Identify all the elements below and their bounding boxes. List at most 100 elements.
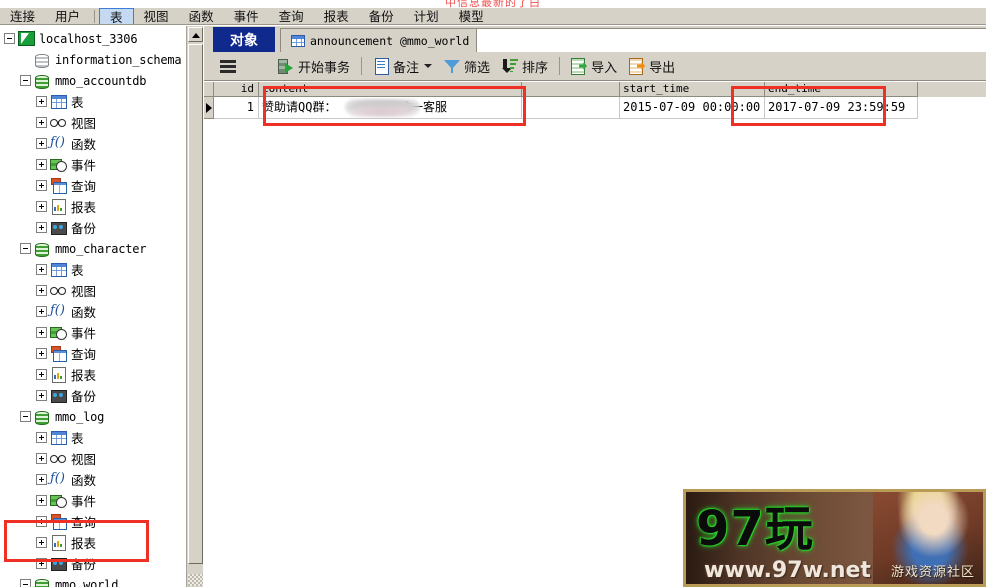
tab-object[interactable]: 对象	[213, 27, 275, 52]
tree-node-localhost_3306[interactable]: localhost_3306	[0, 28, 186, 49]
query-icon	[50, 178, 67, 194]
main-toolbar-label: 连接	[10, 9, 36, 24]
tree-node-label: 查询	[71, 179, 97, 194]
tree-node-函数[interactable]: 函数	[0, 301, 186, 322]
collapse-icon[interactable]	[4, 33, 15, 44]
expand-icon[interactable]	[36, 537, 47, 548]
grid-toolbar-begin-transaction[interactable]: 开始事务	[272, 54, 356, 78]
expand-icon[interactable]	[36, 453, 47, 464]
tree-node-报表[interactable]: 报表	[0, 532, 186, 553]
column-header-unnamed[interactable]	[522, 82, 620, 97]
expand-icon[interactable]	[36, 201, 47, 212]
cell-start-time[interactable]: 2015-07-09 00:00:00	[620, 97, 765, 119]
tree-node-label: mmo_character	[55, 241, 147, 256]
tree-node-表[interactable]: 表	[0, 259, 186, 280]
column-header-id[interactable]: id	[214, 82, 259, 97]
scroll-up-icon[interactable]	[188, 27, 203, 42]
main-toolbar-report[interactable]: 报表	[314, 8, 359, 24]
column-header-content[interactable]: content	[259, 82, 522, 97]
grid-toolbar-label: 导入	[591, 60, 618, 76]
collapse-icon[interactable]	[20, 243, 31, 254]
expand-icon[interactable]	[36, 474, 47, 485]
main-toolbar-function[interactable]: 函数	[179, 8, 224, 24]
expand-icon[interactable]	[36, 390, 47, 401]
expand-icon[interactable]	[36, 117, 47, 128]
table-row[interactable]: 1赞助请QQ群： 找唯一客服 2015-07-09 00:00:002017-07…	[204, 97, 986, 119]
main-toolbar-connection[interactable]: 连接	[0, 8, 45, 24]
chevron-down-icon[interactable]	[424, 64, 433, 68]
grid-toolbar-note[interactable]: 备注	[367, 54, 438, 78]
main-toolbar-backup[interactable]: 备份	[359, 8, 404, 24]
expand-icon[interactable]	[36, 264, 47, 275]
grid-toolbar-sort[interactable]: 排序	[496, 54, 554, 78]
tree-node-备份[interactable]: 备份	[0, 553, 186, 574]
main-toolbar-query[interactable]: 查询	[269, 8, 314, 24]
main-toolbar-model[interactable]: 模型	[449, 8, 494, 24]
cell-unnamed[interactable]	[522, 97, 620, 119]
tree-node-视图[interactable]: 视图	[0, 112, 186, 133]
tree-node-mmo_log[interactable]: mmo_log	[0, 406, 186, 427]
expand-icon[interactable]	[36, 369, 47, 380]
grid-toolbar-import[interactable]: 导入	[565, 54, 623, 78]
expand-icon[interactable]	[36, 432, 47, 443]
tree-node-事件[interactable]: 事件	[0, 490, 186, 511]
main-toolbar-event[interactable]: 事件	[224, 8, 269, 24]
tree-node-查询[interactable]: 查询	[0, 343, 186, 364]
scrollbar-thumb[interactable]	[188, 44, 203, 564]
main-toolbar-schedule[interactable]: 计划	[404, 8, 449, 24]
tree-node-表[interactable]: 表	[0, 91, 186, 112]
expand-icon[interactable]	[36, 159, 47, 170]
tree-node-备份[interactable]: 备份	[0, 217, 186, 238]
tree-node-information_schema[interactable]: information_schema	[0, 49, 186, 70]
grid-toolbar-filter[interactable]: 筛选	[438, 54, 496, 78]
row-current-indicator[interactable]	[204, 97, 214, 119]
column-header-end_time[interactable]: end_time	[765, 82, 918, 97]
expand-icon[interactable]	[36, 285, 47, 296]
expand-icon[interactable]	[36, 180, 47, 191]
tree-node-事件[interactable]: 事件	[0, 154, 186, 175]
import-icon	[571, 58, 587, 75]
sort-arrow-icon	[502, 68, 513, 73]
object-tree-sidebar[interactable]: localhost_3306 information_schema mmo_acco…	[0, 26, 186, 587]
tree-node-视图[interactable]: 视图	[0, 280, 186, 301]
grid-toolbar-export[interactable]: 导出	[623, 54, 681, 78]
tree-node-函数[interactable]: 函数	[0, 469, 186, 490]
resize-grip[interactable]	[188, 574, 203, 586]
tree-node-事件[interactable]: 事件	[0, 322, 186, 343]
main-toolbar-view[interactable]: 视图	[134, 8, 179, 24]
main-toolbar-user[interactable]: 用户	[45, 8, 90, 24]
tree-node-查询[interactable]: 查询	[0, 511, 186, 532]
collapse-icon[interactable]	[20, 411, 31, 422]
sidebar-scrollbar[interactable]	[186, 26, 203, 587]
main-toolbar-table[interactable]: 表	[99, 8, 134, 24]
column-header-start_time[interactable]: start_time	[620, 82, 765, 97]
tree-node-查询[interactable]: 查询	[0, 175, 186, 196]
tree-node-mmo_character[interactable]: mmo_character	[0, 238, 186, 259]
tree-node-mmo_world[interactable]: mmo_world	[0, 574, 186, 587]
expand-icon[interactable]	[36, 222, 47, 233]
tree-node-函数[interactable]: 函数	[0, 133, 186, 154]
cell-id[interactable]: 1	[214, 97, 259, 119]
cell-end-time[interactable]: 2017-07-09 23:59:59	[765, 97, 918, 119]
collapse-icon[interactable]	[20, 579, 31, 587]
tree-node-视图[interactable]: 视图	[0, 448, 186, 469]
tree-node-label: 报表	[71, 200, 97, 215]
expand-icon[interactable]	[36, 516, 47, 527]
collapse-icon[interactable]	[20, 75, 31, 86]
database-icon	[34, 242, 51, 257]
expand-icon[interactable]	[36, 495, 47, 506]
expand-icon[interactable]	[36, 306, 47, 317]
toolbar-separator	[94, 10, 96, 23]
expand-icon[interactable]	[36, 558, 47, 569]
cell-content[interactable]: 赞助请QQ群： 找唯一客服	[259, 97, 522, 119]
tree-node-报表[interactable]: 报表	[0, 364, 186, 385]
expand-icon[interactable]	[36, 96, 47, 107]
expand-icon[interactable]	[36, 327, 47, 338]
tree-node-备份[interactable]: 备份	[0, 385, 186, 406]
expand-icon[interactable]	[36, 138, 47, 149]
tree-node-报表[interactable]: 报表	[0, 196, 186, 217]
grid-menu-button[interactable]	[214, 54, 246, 78]
tree-node-mmo_accountdb[interactable]: mmo_accountdb	[0, 70, 186, 91]
expand-icon[interactable]	[36, 348, 47, 359]
tree-node-表[interactable]: 表	[0, 427, 186, 448]
